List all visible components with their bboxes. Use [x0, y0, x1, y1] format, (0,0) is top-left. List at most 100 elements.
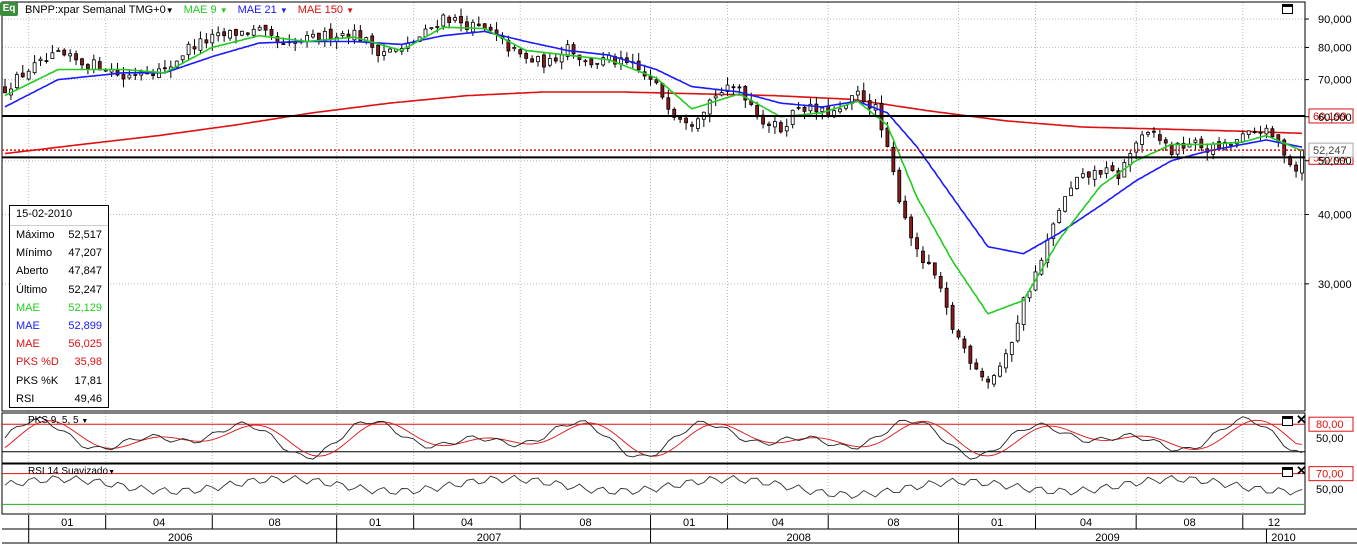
candle-body — [26, 70, 31, 80]
candle-body — [998, 365, 1002, 377]
candle-body — [121, 74, 126, 80]
price-frame — [1, 1, 1306, 412]
x-month-label: 04 — [772, 517, 784, 529]
candle-body — [388, 48, 392, 53]
legend-label: PKS %K — [16, 374, 59, 387]
candle-body — [962, 338, 967, 349]
x-month-label: 01 — [991, 517, 1003, 529]
symbol-selector[interactable]: BNPP:xpar Semanal TMG+0▼ — [25, 4, 174, 16]
candle-body — [1270, 128, 1275, 138]
candle-body — [44, 60, 49, 62]
candle-body — [648, 76, 653, 80]
candle-body — [97, 61, 102, 71]
candle-body — [1157, 134, 1162, 141]
legend-value: 56,025 — [68, 338, 102, 351]
candle-body — [133, 73, 138, 76]
candle-body — [1092, 170, 1097, 180]
pks-panel: 80,00 50,00 — [2, 416, 1354, 460]
dropdown-arrow-icon[interactable]: ▼ — [280, 6, 288, 15]
candle-body — [1104, 167, 1109, 174]
candle-body — [814, 103, 819, 113]
logo-icon: Eq — [0, 2, 18, 16]
dropdown-arrow-icon[interactable]: ▼ — [220, 6, 228, 15]
candles — [3, 8, 1304, 389]
indicator-mae9[interactable]: MAE 9 ▼ — [184, 4, 228, 16]
candle-body — [257, 26, 262, 31]
candle-body — [838, 108, 842, 113]
candle-body — [778, 122, 783, 133]
candle-body — [956, 330, 961, 338]
candle-body — [684, 117, 688, 124]
candle-body — [163, 67, 167, 70]
pks-title[interactable]: PKS 9, 5, 5 ▼ — [28, 415, 88, 426]
candle-body — [944, 287, 949, 308]
candle-body — [731, 86, 736, 89]
candle-body — [38, 58, 43, 62]
legend-value: 52,899 — [68, 319, 102, 332]
candle-body — [1252, 131, 1257, 133]
legend-value: 49,46 — [74, 392, 102, 405]
candle-body — [518, 49, 523, 55]
close-pks-icon[interactable]: ✕ — [1296, 413, 1307, 426]
y-tick-label: 90,000 — [1318, 14, 1352, 26]
maximize-price-icon[interactable] — [1282, 4, 1293, 14]
candle-body — [1128, 153, 1133, 166]
candle-body — [186, 43, 191, 56]
candle-body — [530, 58, 534, 63]
candle-body — [210, 33, 215, 44]
dropdown-arrow-icon[interactable]: ▼ — [108, 469, 115, 476]
candle-body — [470, 21, 475, 33]
candle-body — [696, 118, 700, 129]
candle-body — [14, 74, 19, 89]
legend-value: 47,847 — [68, 265, 102, 278]
candle-body — [1152, 130, 1156, 133]
legend-label: PKS %D — [16, 356, 59, 369]
candle-body — [737, 86, 742, 89]
candle-body — [986, 378, 991, 383]
x-year-label: 2009 — [1095, 532, 1119, 544]
indicator-mae21[interactable]: MAE 21 ▼ — [238, 4, 288, 16]
legend-value: 52,129 — [68, 301, 102, 314]
candle-body — [678, 116, 683, 120]
candle-body — [861, 90, 866, 103]
candle-body — [1264, 127, 1269, 135]
candle-body — [56, 50, 61, 52]
horizontal-lines: 60,19950,70952,247 — [2, 108, 1354, 165]
candle-body — [820, 107, 825, 112]
dropdown-arrow-icon[interactable]: ▼ — [166, 6, 174, 15]
candle-body — [1246, 130, 1251, 135]
close-rsi-icon[interactable]: ✕ — [1296, 464, 1307, 477]
legend-label: Mínimo — [16, 247, 53, 260]
x-month-label: 04 — [153, 517, 165, 529]
indicator-mae150[interactable]: MAE 150 ▼ — [298, 4, 354, 16]
legend-row: Máximo 52,517 — [10, 226, 108, 244]
maximize-rsi-icon[interactable] — [1282, 467, 1293, 477]
dropdown-arrow-icon[interactable]: ▼ — [81, 418, 88, 425]
candle-body — [542, 54, 546, 68]
candle-body — [1063, 196, 1068, 212]
x-year-label: 2010 — [1271, 532, 1295, 544]
candle-body — [796, 106, 801, 109]
chart-canvas[interactable]: 60,19950,70952,247 90,000 80,000 70,000 60,… — [0, 0, 1357, 544]
mae150-line — [4, 91, 1303, 155]
legend-label: Último — [16, 283, 48, 296]
candle-body — [192, 46, 197, 50]
candle-body — [571, 44, 576, 55]
mae21-path — [4, 30, 1303, 255]
candle-body — [1080, 173, 1085, 178]
candle-body — [1015, 322, 1020, 342]
rsi-frame — [1, 463, 1306, 515]
legend-label: MAE — [16, 319, 40, 332]
legend-label: Aberto — [16, 265, 49, 278]
x-month-label: 08 — [268, 517, 280, 529]
candle-body — [1086, 171, 1091, 178]
candle-body — [891, 146, 896, 173]
legend-label: RSI — [16, 392, 35, 405]
candle-body — [909, 216, 914, 239]
maximize-pks-icon[interactable] — [1282, 416, 1293, 426]
candle-body — [311, 33, 315, 38]
rsi-title[interactable]: RSI 14 Suavizado▼ — [28, 466, 115, 477]
candle-body — [20, 72, 25, 78]
dropdown-arrow-icon[interactable]: ▼ — [346, 6, 354, 15]
mae150-path — [4, 91, 1303, 155]
